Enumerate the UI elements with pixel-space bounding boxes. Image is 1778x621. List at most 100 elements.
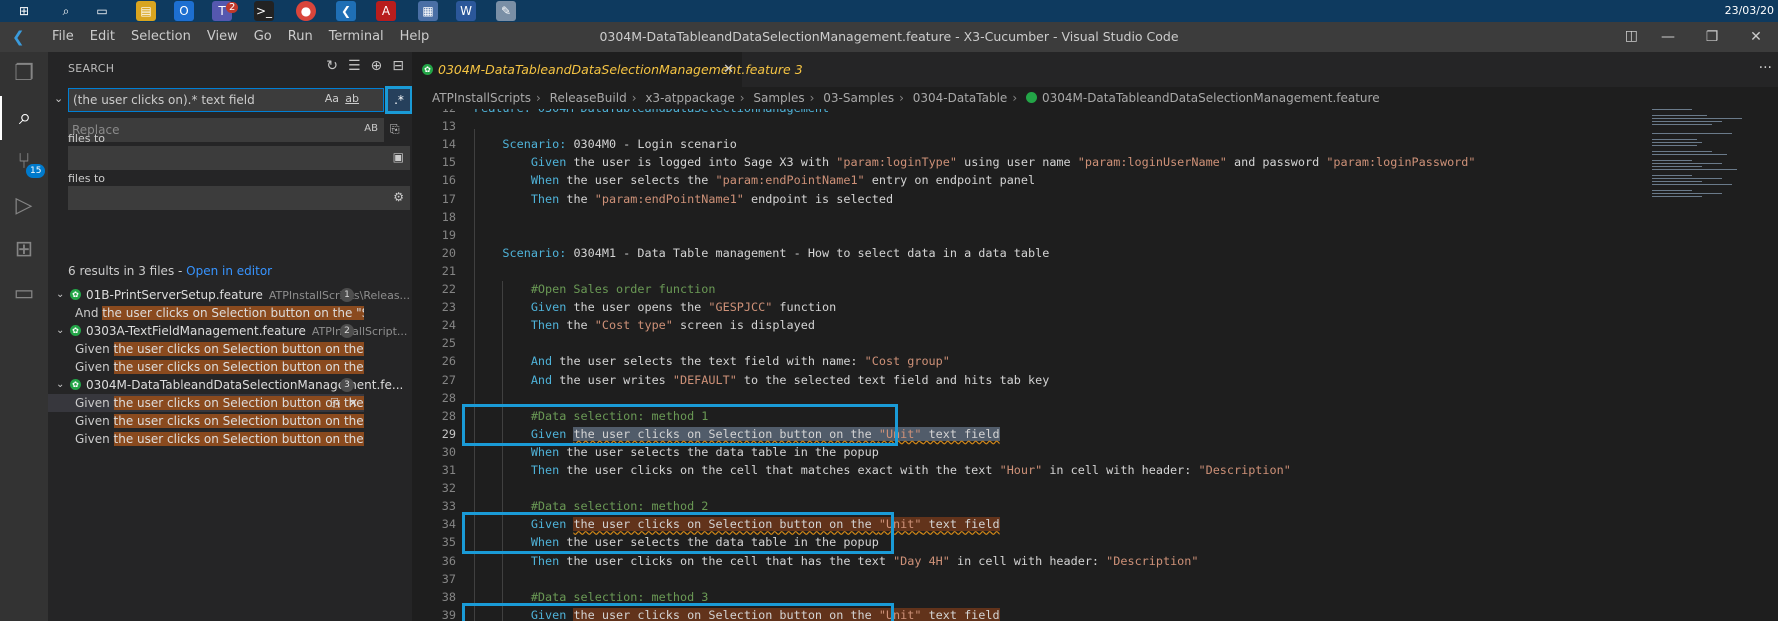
code-line[interactable]: 21 [412, 263, 1472, 280]
result-match-row[interactable]: Given the user clicks on Selection butto… [48, 358, 364, 376]
breadcrumb-item[interactable]: x3-atppackage [645, 91, 734, 105]
menu-terminal[interactable]: Terminal [321, 29, 392, 44]
minimize-button[interactable]: — [1646, 22, 1690, 52]
use-exclude-settings-icon[interactable]: ⚙ [393, 190, 404, 204]
menu-help[interactable]: Help [392, 29, 438, 44]
file-explorer-icon[interactable]: ▤ [136, 1, 156, 21]
breadcrumb-item[interactable]: ReleaseBuild [550, 91, 627, 105]
windows-start-icon[interactable]: ⊞ [14, 1, 34, 21]
word-icon[interactable]: W [456, 1, 476, 21]
result-match-row[interactable]: Given the user clicks on Selection butto… [48, 340, 364, 358]
collapse-all-icon[interactable]: ⊟ [392, 58, 404, 74]
files-to-include-input[interactable] [68, 146, 368, 170]
expand-chevron-icon[interactable]: ⌄ [56, 322, 64, 340]
code-line[interactable]: 18 [412, 209, 1472, 226]
replace-all-icon[interactable]: ⎘ [390, 122, 400, 137]
code-line[interactable]: 16 When the user selects the "param:endP… [412, 172, 1472, 189]
code-line[interactable]: 12 Feature: 0304M DataTableandDataSelecti… [412, 109, 1472, 117]
open-in-editor-link[interactable]: Open in editor [186, 264, 272, 278]
code-line[interactable]: 36 Then the user clicks on the cell that… [412, 553, 1472, 570]
misc-app-icon[interactable]: ✎ [496, 1, 516, 21]
breadcrumb-item[interactable]: ATPInstallScripts [432, 91, 531, 105]
code-line[interactable]: 24 Then the "Cost type" screen is displa… [412, 317, 1472, 334]
result-match-row-selected[interactable]: Given the user clicks on Selection butto… [48, 394, 364, 412]
expand-chevron-icon[interactable]: ⌄ [56, 376, 64, 394]
code-line[interactable]: 31 Then the user clicks on the cell that… [412, 462, 1472, 479]
breadcrumb-item[interactable]: 0304M-DataTableandDataSelectionManagemen… [1042, 91, 1380, 105]
minimap[interactable] [1652, 109, 1752, 229]
files-to-exclude-input[interactable] [68, 186, 368, 210]
menu-run[interactable]: Run [280, 29, 321, 44]
editor-vertical-scrollbar[interactable] [1764, 109, 1778, 621]
close-window-button[interactable]: ✕ [1734, 22, 1778, 52]
code-line[interactable]: 37 [412, 571, 1472, 588]
breadcrumb-item[interactable]: 0304-DataTable [913, 91, 1008, 105]
code-line[interactable]: 17 Then the "param:endPointName1" endpoi… [412, 191, 1472, 208]
window-controls: — ❐ ✕ [1646, 22, 1778, 52]
minimap-line [1652, 121, 1722, 122]
result-match-row[interactable]: Given the user clicks on Selection butto… [48, 430, 364, 448]
code-line[interactable]: 22 #Open Sales order function [412, 281, 1472, 298]
code-line[interactable]: 19 [412, 227, 1472, 244]
code-line[interactable]: 26 And the user selects the text field w… [412, 353, 1472, 370]
match-case-toggle[interactable]: Aa [325, 92, 339, 105]
task-view-icon[interactable]: ▭ [92, 1, 112, 21]
toggle-replace-chevron-icon[interactable]: ⌄ [54, 92, 63, 105]
search-input[interactable] [69, 89, 299, 111]
remote-explorer-icon[interactable]: ▭ [0, 272, 48, 316]
new-search-editor-icon[interactable]: ⊕ [371, 58, 383, 74]
expand-chevron-icon[interactable]: ⌄ [56, 286, 64, 304]
code-token: "DEFAULT" [672, 372, 737, 387]
code-line[interactable]: 23 Given the user opens the "GESPJCC" fu… [412, 299, 1472, 316]
run-debug-icon[interactable]: ▷ [0, 184, 48, 228]
taskbar-search-icon[interactable]: ⌕ [56, 1, 76, 21]
breadcrumb-item[interactable]: 03-Samples [823, 91, 894, 105]
source-control-icon[interactable]: ⑂ 15 [0, 140, 48, 184]
code-line[interactable]: 25 [412, 335, 1472, 352]
refresh-icon[interactable]: ↻ [326, 58, 338, 74]
code-line[interactable]: 27 And the user writes "DEFAULT" to the … [412, 372, 1472, 389]
result-match-row[interactable]: And the user clicks on Selection button … [48, 304, 364, 322]
menu-view[interactable]: View [199, 29, 246, 44]
result-file-row[interactable]: ⌄ ✿ 0304M-DataTableandDataSelectionManag… [48, 376, 412, 394]
menu-file[interactable]: File [44, 29, 82, 44]
code-line[interactable]: 13 [412, 118, 1472, 135]
open-editors-only-icon[interactable]: ▣ [393, 150, 404, 164]
terminal-icon[interactable]: >_ [254, 1, 274, 21]
result-match-row[interactable]: Given the user clicks on Selection butto… [48, 412, 364, 430]
acrobat-icon[interactable]: A [376, 1, 396, 21]
code-line[interactable]: 32 [412, 480, 1472, 497]
close-tab-icon[interactable]: ✕ [723, 52, 734, 87]
tab-feature-file[interactable]: ✿ 0304M-DataTableandDataSelectionManagem… [412, 52, 803, 87]
code-line[interactable]: 14 Scenario: 0304M0 - Login scenario [412, 136, 1472, 153]
preserve-case-toggle[interactable]: AB [364, 123, 378, 134]
restore-button[interactable]: ❐ [1690, 22, 1734, 52]
explorer-icon[interactable]: ❐ [0, 52, 48, 96]
code-token: the user clicks on the cell that matches… [566, 463, 1000, 477]
line-number: 37 [441, 571, 456, 586]
code-line[interactable]: 15 Given the user is logged into Sage X3… [412, 154, 1476, 171]
network-app-icon[interactable]: ▦ [418, 1, 438, 21]
editor-more-actions-icon[interactable]: ··· [1759, 60, 1772, 76]
use-regex-toggle[interactable]: .* [385, 86, 413, 114]
code-editor[interactable]: 12 Feature: 0304M DataTableandDataSelecti… [412, 109, 1778, 621]
extensions-icon[interactable]: ⊞ [0, 228, 48, 272]
menu-go[interactable]: Go [246, 29, 280, 44]
match-whole-word-toggle[interactable]: ab [345, 92, 359, 105]
menu-edit[interactable]: Edit [82, 29, 123, 44]
menu-selection[interactable]: Selection [123, 29, 199, 44]
result-file-row[interactable]: ⌄ ✿ 01B-PrintServerSetup.featureATPInsta… [48, 286, 412, 304]
code-line[interactable]: 20 Scenario: 0304M1 - Data Table managem… [412, 245, 1472, 262]
outlook-icon[interactable]: O [174, 1, 194, 21]
code-token: the user selects the data table in the p… [566, 444, 879, 459]
code-line[interactable]: 30 When the user selects the data table … [412, 444, 1472, 461]
customize-layout-icon[interactable]: ◫ [1625, 28, 1638, 44]
replace-match-icon[interactable]: ⎘ [331, 396, 341, 410]
breadcrumb-item[interactable]: Samples [753, 91, 804, 105]
dismiss-match-icon[interactable]: ✕ [348, 396, 358, 410]
search-icon[interactable]: ⌕ [0, 96, 48, 140]
chrome-icon[interactable]: ● [296, 1, 316, 21]
clear-results-icon[interactable]: ☰ [348, 58, 361, 74]
vscode-taskbar-icon[interactable]: ❮ [336, 1, 356, 21]
result-file-row[interactable]: ⌄ ✿ 0303A-TextFieldManagement.feature ATP… [48, 322, 412, 340]
